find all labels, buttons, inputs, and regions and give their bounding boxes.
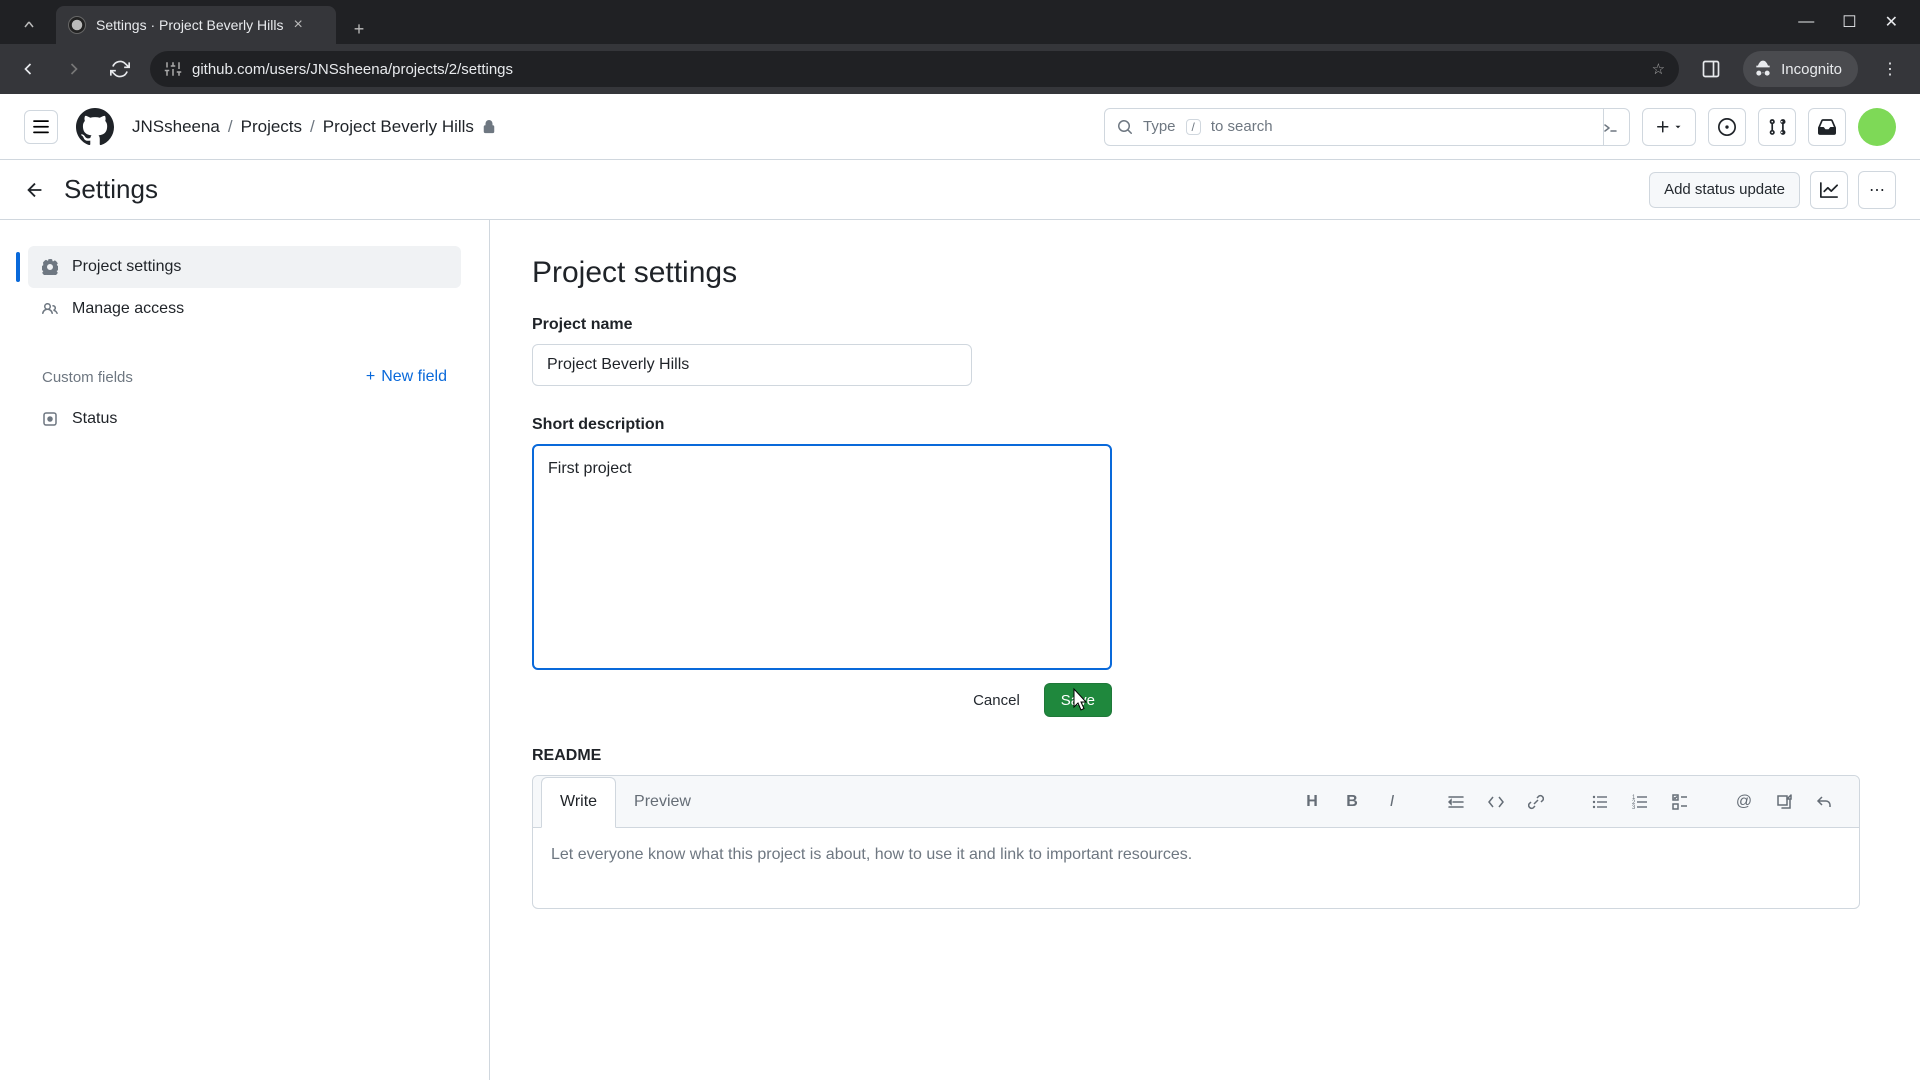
heading-icon[interactable]: H <box>1295 785 1329 819</box>
cancel-button[interactable]: Cancel <box>959 684 1034 717</box>
tab-close-icon[interactable]: × <box>294 16 303 34</box>
page-title: Settings <box>64 174 158 205</box>
incognito-badge[interactable]: Incognito <box>1743 51 1858 87</box>
create-new-button[interactable] <box>1642 108 1696 146</box>
window-controls: — ☐ ✕ <box>1798 0 1910 44</box>
github-logo-icon[interactable] <box>76 108 114 146</box>
search-key: / <box>1186 119 1201 135</box>
custom-fields-heading: Custom fields <box>42 369 133 386</box>
sidebar-item-manage-access[interactable]: Manage access <box>28 288 461 330</box>
browser-tab-strip: Settings · Project Beverly Hills × + — ☐… <box>0 0 1920 44</box>
notifications-button[interactable] <box>1808 108 1846 146</box>
people-icon <box>42 301 60 317</box>
command-palette-button[interactable] <box>1592 108 1630 146</box>
incognito-icon <box>1753 59 1773 79</box>
settings-content: Project settings Project name Short desc… <box>490 220 1920 1080</box>
more-options-icon[interactable]: ⋯ <box>1858 171 1896 209</box>
sidebar-item-label: Status <box>72 410 117 428</box>
task-list-icon[interactable] <box>1663 785 1697 819</box>
tab-title: Settings · Project Beverly Hills <box>96 17 284 33</box>
search-placeholder-post: to search <box>1211 118 1273 135</box>
browser-tab[interactable]: Settings · Project Beverly Hills × <box>56 6 336 44</box>
readme-label: README <box>532 747 1860 765</box>
plus-icon: + <box>366 368 375 386</box>
short-description-label: Short description <box>532 416 1860 434</box>
sidebar-item-label: Project settings <box>72 258 181 276</box>
sidebar-item-status[interactable]: Status <box>28 398 461 440</box>
search-icon <box>1117 119 1133 135</box>
hamburger-menu[interactable] <box>24 110 58 144</box>
svg-text:3: 3 <box>1632 805 1636 810</box>
sidebar-item-label: Manage access <box>72 300 184 318</box>
reply-icon[interactable] <box>1807 785 1841 819</box>
sidebar-item-project-settings[interactable]: Project settings <box>28 246 461 288</box>
project-name-label: Project name <box>532 316 1860 334</box>
readme-editor: Write Preview H B I <box>532 775 1860 909</box>
insights-icon[interactable] <box>1810 171 1848 209</box>
short-description-textarea[interactable] <box>532 444 1112 670</box>
breadcrumb-projects[interactable]: Projects <box>241 117 302 137</box>
maximize-icon[interactable]: ☐ <box>1842 12 1856 32</box>
site-settings-icon[interactable] <box>164 60 182 78</box>
bold-icon[interactable]: B <box>1335 785 1369 819</box>
cross-reference-icon[interactable] <box>1767 785 1801 819</box>
ordered-list-icon[interactable]: 123 <box>1623 785 1657 819</box>
issues-button[interactable] <box>1708 108 1746 146</box>
italic-icon[interactable]: I <box>1375 785 1409 819</box>
main-content: Project settings Manage access Custom fi… <box>0 220 1920 1080</box>
readme-textarea[interactable]: Let everyone know what this project is a… <box>551 846 1841 864</box>
user-avatar[interactable] <box>1858 108 1896 146</box>
forward-button[interactable] <box>58 53 90 85</box>
breadcrumb-project[interactable]: Project Beverly Hills <box>323 117 474 137</box>
github-header: JNSsheena / Projects / Project Beverly H… <box>0 94 1920 160</box>
code-icon[interactable] <box>1479 785 1513 819</box>
minimize-icon[interactable]: — <box>1798 13 1814 31</box>
mention-icon[interactable]: @ <box>1727 785 1761 819</box>
url-text: github.com/users/JNSsheena/projects/2/se… <box>192 61 513 78</box>
single-select-icon <box>42 411 60 427</box>
breadcrumb: JNSsheena / Projects / Project Beverly H… <box>132 117 496 137</box>
search-input[interactable]: Type / to search <box>1104 108 1604 146</box>
browser-toolbar: github.com/users/JNSsheena/projects/2/se… <box>0 44 1920 94</box>
chrome-menu-icon[interactable]: ⋮ <box>1872 51 1908 87</box>
back-button[interactable] <box>12 53 44 85</box>
settings-subheader: Settings Add status update ⋯ <box>0 160 1920 220</box>
save-button[interactable]: Save <box>1044 683 1112 717</box>
incognito-label: Incognito <box>1781 61 1842 78</box>
new-field-button[interactable]: + New field <box>366 368 447 386</box>
close-window-icon[interactable]: ✕ <box>1885 12 1898 32</box>
tab-search-button[interactable] <box>10 6 48 44</box>
add-status-button[interactable]: Add status update <box>1649 172 1800 208</box>
breadcrumb-user[interactable]: JNSsheena <box>132 117 220 137</box>
new-tab-button[interactable]: + <box>344 14 374 44</box>
content-heading: Project settings <box>532 256 1860 290</box>
quote-icon[interactable] <box>1439 785 1473 819</box>
project-name-input[interactable] <box>532 344 972 386</box>
tab-write[interactable]: Write <box>541 777 616 828</box>
side-panel-icon[interactable] <box>1693 51 1729 87</box>
back-arrow-icon[interactable] <box>24 179 46 201</box>
address-bar[interactable]: github.com/users/JNSsheena/projects/2/se… <box>150 51 1679 87</box>
tab-favicon-icon <box>68 16 86 34</box>
unordered-list-icon[interactable] <box>1583 785 1617 819</box>
settings-sidebar: Project settings Manage access Custom fi… <box>0 220 490 1080</box>
lock-icon <box>482 120 496 134</box>
bookmark-star-icon[interactable]: ☆ <box>1652 60 1665 78</box>
link-icon[interactable] <box>1519 785 1553 819</box>
pull-requests-button[interactable] <box>1758 108 1796 146</box>
tab-preview[interactable]: Preview <box>616 776 709 827</box>
reload-button[interactable] <box>104 53 136 85</box>
search-placeholder-pre: Type <box>1143 118 1176 135</box>
gear-icon <box>42 259 60 275</box>
